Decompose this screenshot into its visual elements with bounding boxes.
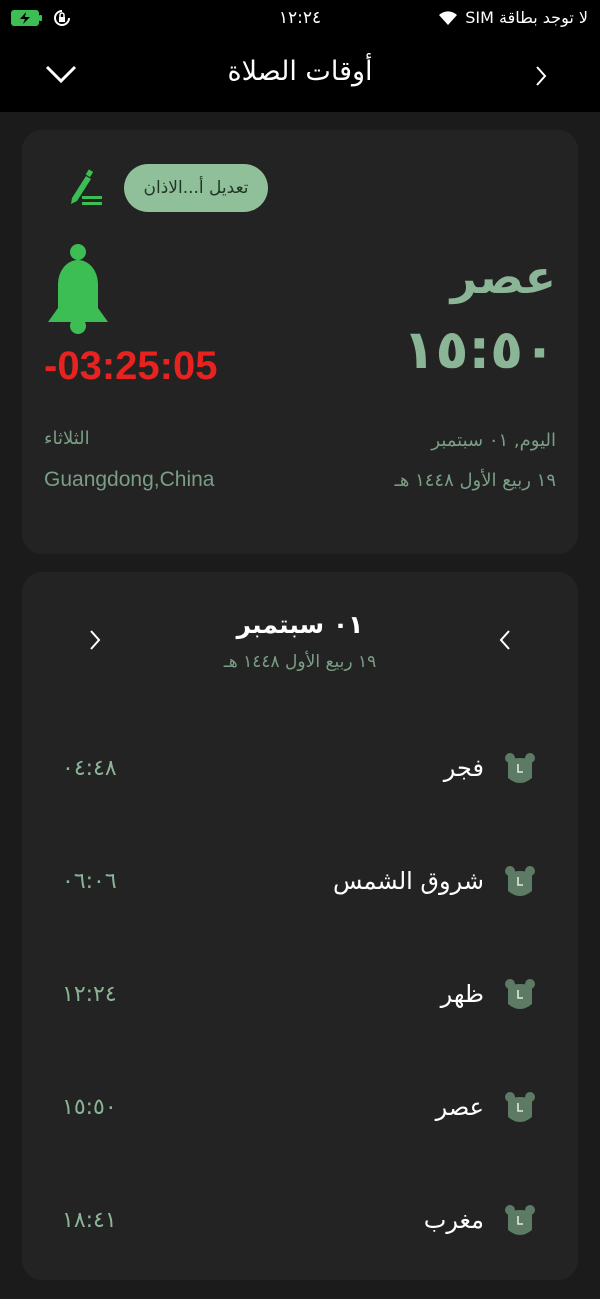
adjust-adhan-button[interactable]: تعديل أ...الاذان [124, 164, 268, 212]
alarm-clock-icon[interactable] [504, 865, 536, 901]
prayer-time: ١٢:٢٤ [62, 982, 117, 1007]
prayer-time: ١٨:٤١ [62, 1208, 117, 1233]
chevron-right-icon[interactable] [534, 64, 548, 88]
schedule-date-title: ٠١ سبتمبر [236, 610, 364, 639]
prayer-name: عصر [435, 1093, 484, 1121]
schedule-hijri-subtitle: ١٩ ربيع الأول ١٤٤٨ هـ [223, 652, 377, 672]
nav-bar: أوقات الصلاة [0, 40, 600, 112]
edit-icon[interactable] [66, 168, 106, 208]
status-bar: ١٢:٢٤ لا توجد بطاقة SIM [0, 0, 600, 40]
page-title: أوقات الصلاة [227, 56, 373, 87]
prayer-name: مغرب [423, 1206, 484, 1234]
current-prayer-time: ١٥:٥٠ [402, 318, 556, 381]
current-prayer-name: عصر [450, 250, 556, 304]
prayer-time: ١٥:٥٠ [62, 1095, 117, 1120]
prayer-row[interactable]: عصر ١٥:٥٠ [22, 1079, 578, 1139]
weekday-label: الثلاثاء [44, 428, 90, 449]
current-prayer-card: تعديل أ...الاذان -03:25:05 عصر ١٥:٥٠ الث… [22, 130, 578, 554]
alarm-clock-icon[interactable] [504, 752, 536, 788]
status-right: لا توجد بطاقة SIM [437, 8, 588, 27]
alarm-clock-icon[interactable] [504, 1204, 536, 1240]
prayer-row[interactable]: مغرب ١٨:٤١ [22, 1192, 578, 1252]
alarm-clock-icon[interactable] [504, 978, 536, 1014]
prayer-row[interactable]: فجر ٠٤:٤٨ [22, 740, 578, 800]
bell-icon[interactable] [46, 242, 110, 334]
prayer-row[interactable]: شروق الشمس ٠٦:٠٦ [22, 853, 578, 913]
carrier-label: لا توجد بطاقة SIM [465, 8, 588, 27]
wifi-icon [439, 10, 458, 25]
gregorian-date: اليوم, ٠١ سبتمبر [431, 430, 556, 451]
prayer-time: ٠٤:٤٨ [62, 756, 117, 781]
location-label[interactable]: Guangdong,China [44, 468, 214, 492]
prayer-name: ظهر [440, 980, 484, 1008]
prayer-name: فجر [443, 754, 484, 782]
hijri-date: ١٩ ربيع الأول ١٤٤٨ هـ [394, 470, 556, 491]
prayer-row[interactable]: ظهر ١٢:٢٤ [22, 966, 578, 1026]
chevron-right-icon[interactable] [498, 628, 512, 652]
prayer-name: شروق الشمس [332, 867, 484, 895]
countdown-timer: -03:25:05 [44, 344, 218, 388]
prayer-time: ٠٦:٠٦ [62, 869, 117, 894]
prayer-schedule-card: ٠١ سبتمبر ١٩ ربيع الأول ١٤٤٨ هـ فجر ٠٤:٤… [22, 572, 578, 1280]
alarm-clock-icon[interactable] [504, 1091, 536, 1127]
